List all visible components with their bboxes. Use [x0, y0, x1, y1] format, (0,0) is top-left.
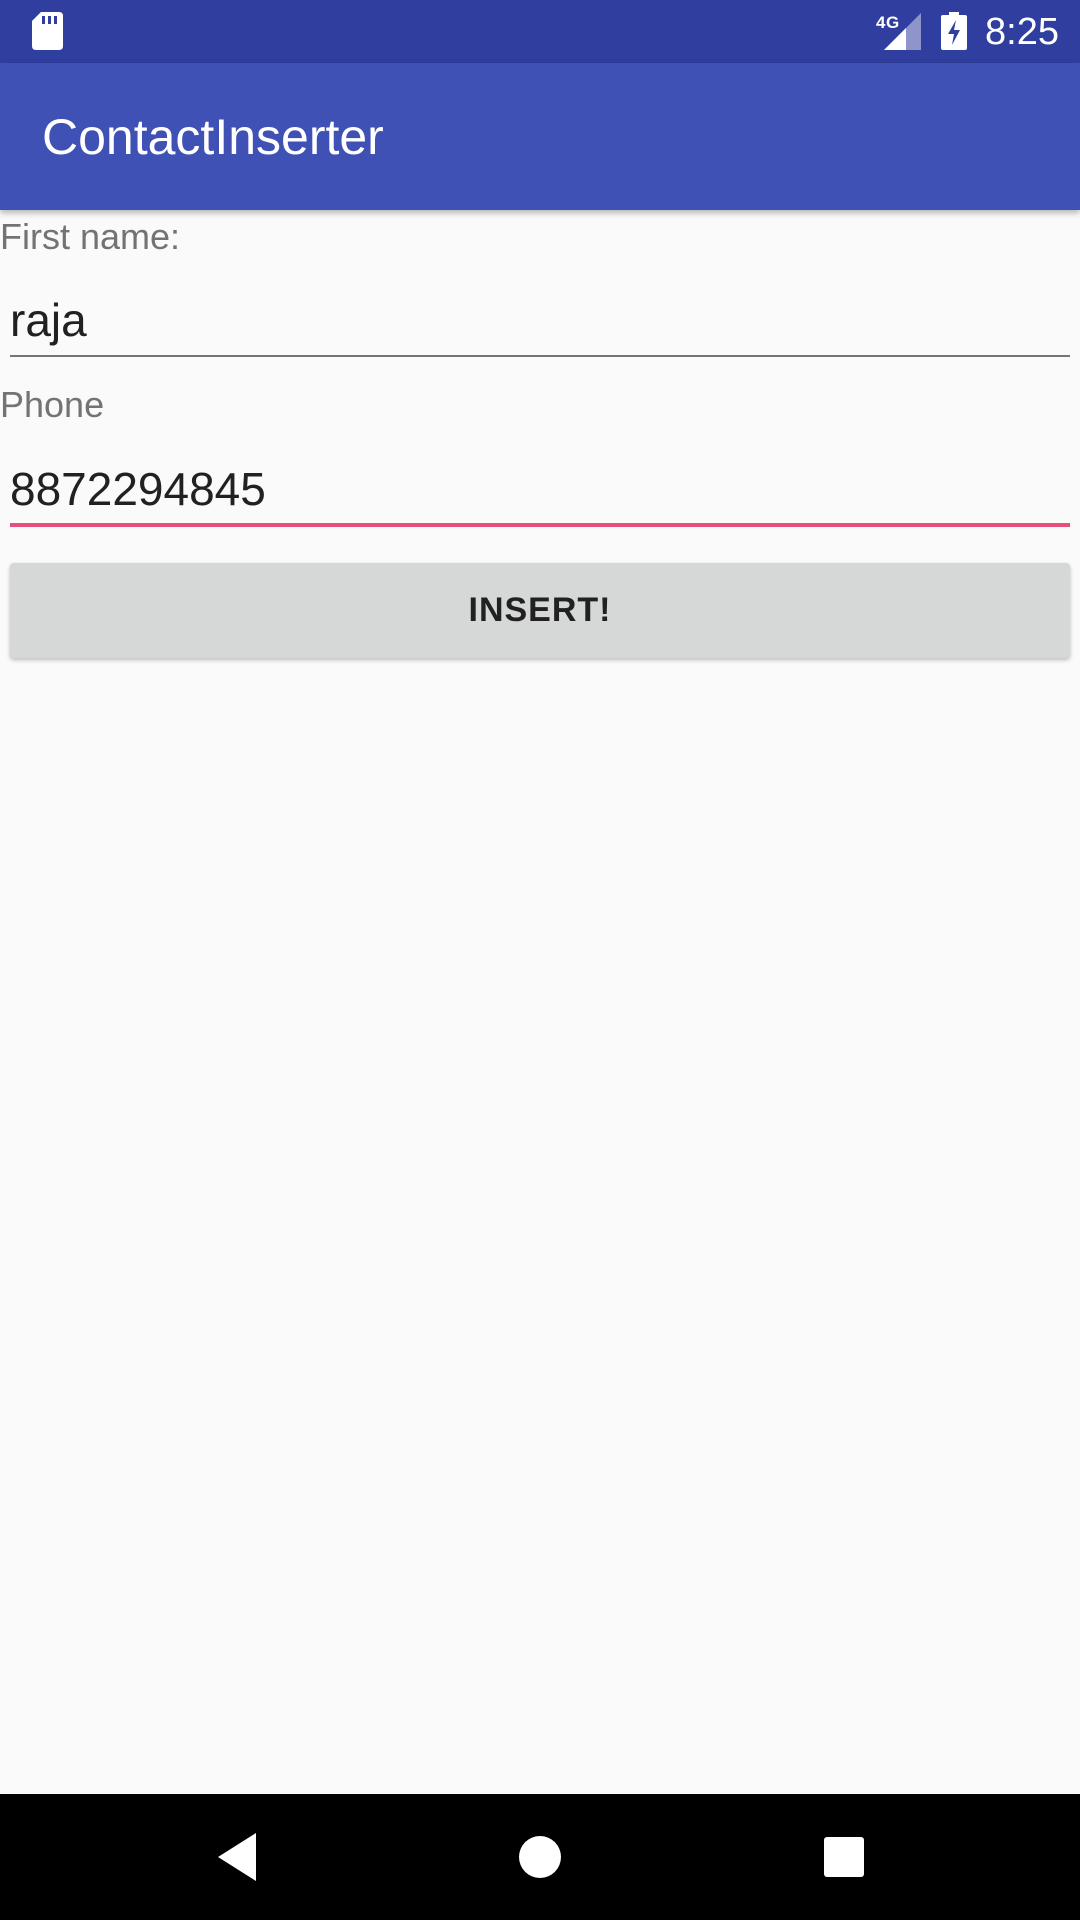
insert-button[interactable]: INSERT!	[10, 563, 1070, 658]
home-icon[interactable]	[510, 1827, 570, 1887]
phone-field[interactable]	[10, 455, 1070, 527]
app-bar: ContactInserter	[0, 63, 1080, 210]
back-icon[interactable]	[208, 1827, 268, 1887]
navigation-bar	[0, 1794, 1080, 1920]
first-name-label: First name:	[0, 216, 181, 257]
status-bar: 4G 8:25	[0, 0, 1080, 63]
clock: 8:25	[985, 11, 1059, 53]
recent-apps-icon[interactable]	[814, 1827, 874, 1887]
battery-charging-icon	[941, 12, 967, 50]
signal-icon	[884, 13, 921, 50]
app-title: ContactInserter	[42, 109, 384, 165]
phone-label: Phone	[0, 384, 105, 425]
sd-card-icon	[32, 12, 63, 50]
first-name-field[interactable]	[10, 285, 1070, 357]
